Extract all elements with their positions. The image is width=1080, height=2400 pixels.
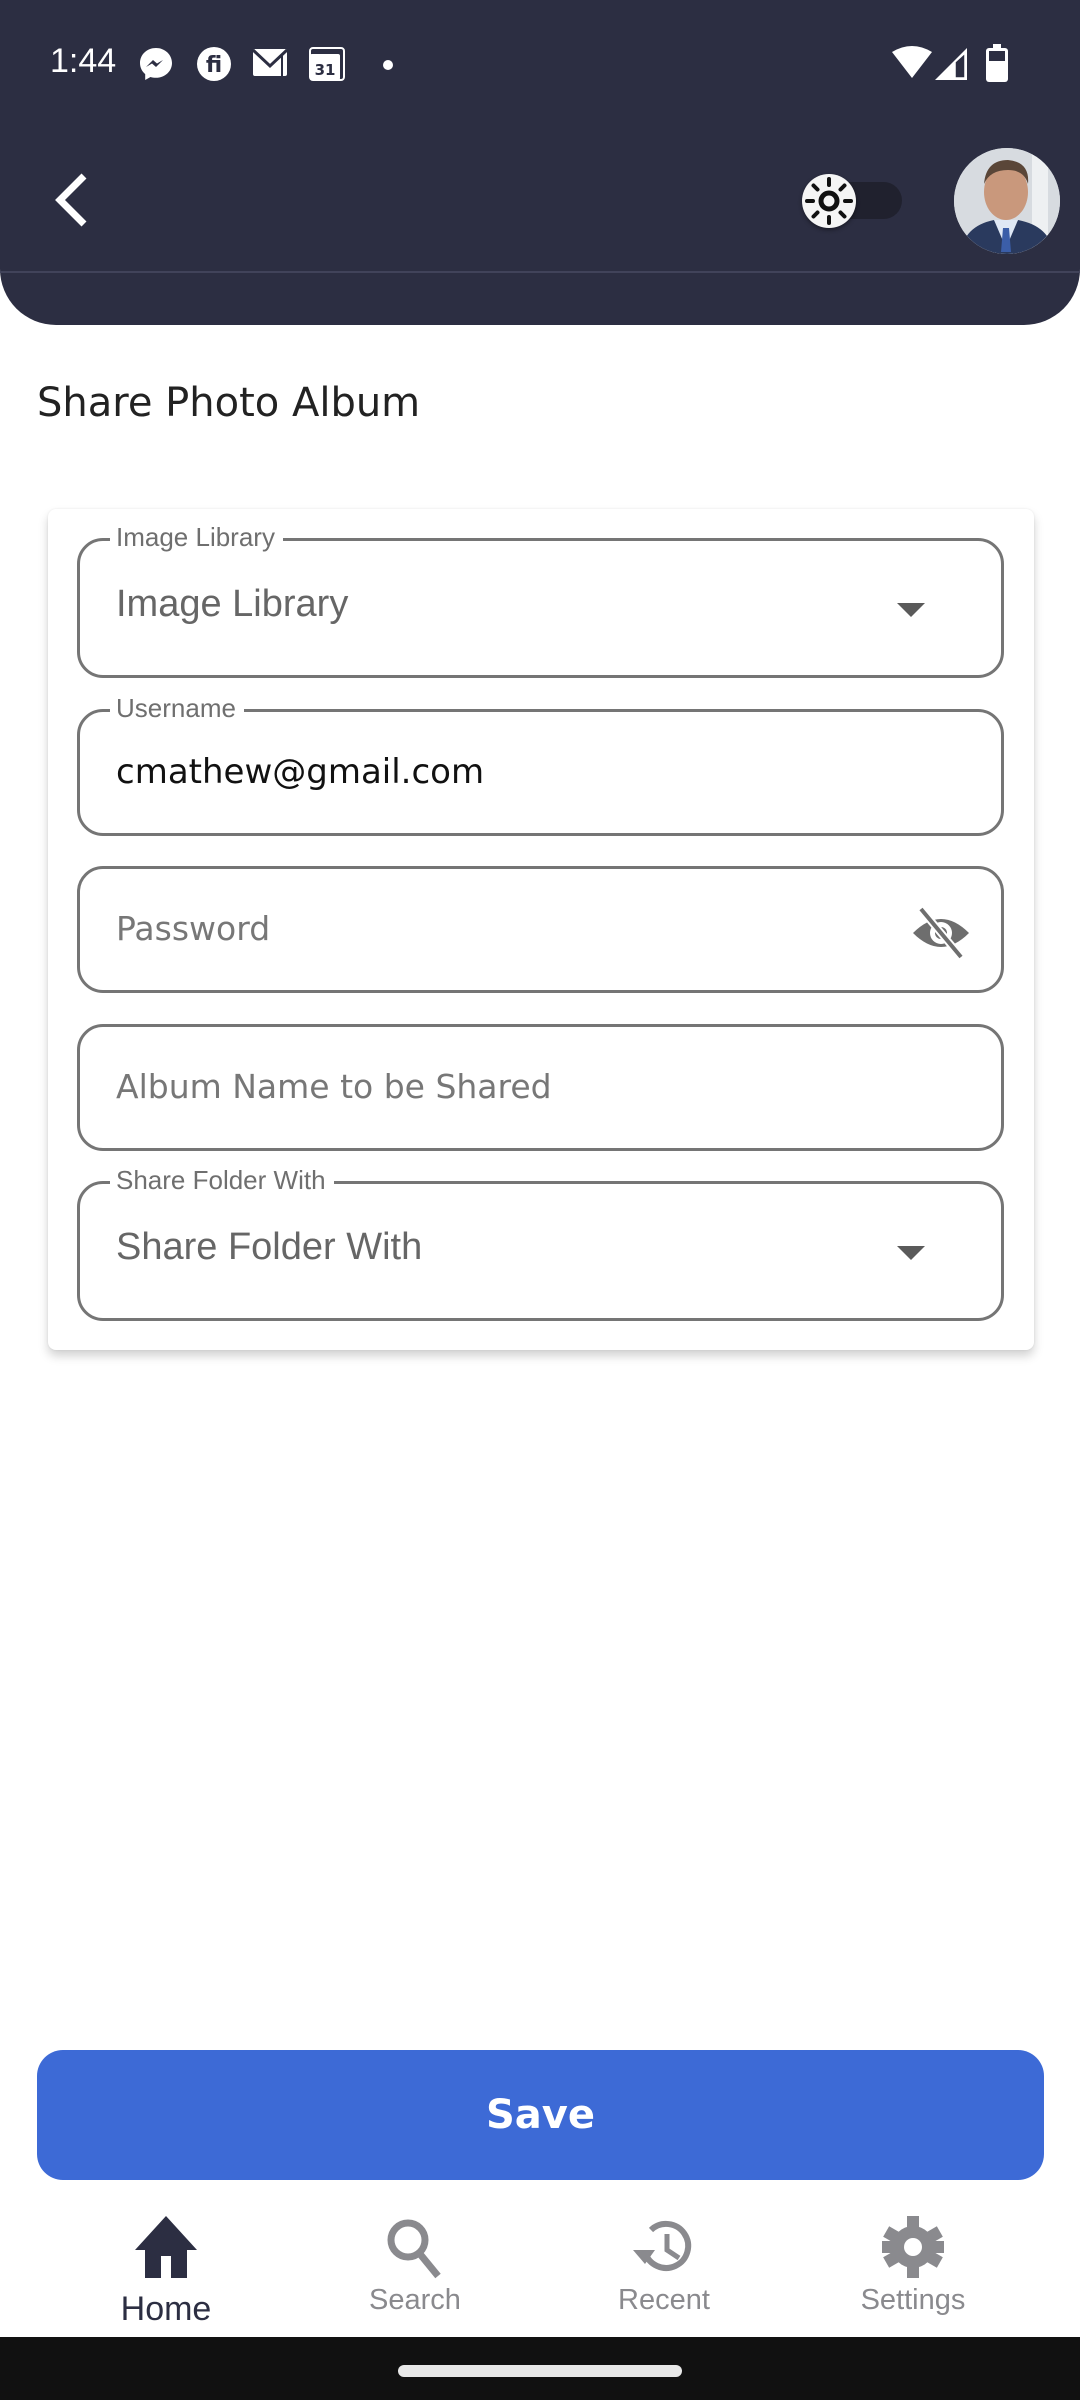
- home-gesture-pill[interactable]: [398, 2365, 682, 2377]
- image-library-label: Image Library: [110, 521, 283, 553]
- status-bar: 1:44 fi 31: [0, 0, 1080, 130]
- home-icon: [135, 2216, 197, 2278]
- profile-photo: [954, 148, 1060, 254]
- share-photo-album-screen: 1:44 fi 31 Share Photo Album Image Libra…: [0, 0, 1080, 2400]
- toggle-knob: [802, 174, 856, 228]
- header-divider: [0, 271, 1080, 273]
- username-field[interactable]: Username cmathew@gmail.com: [77, 692, 1004, 836]
- nav-item-settings[interactable]: Settings: [813, 2190, 1013, 2340]
- album-name-field[interactable]: Album Name to be Shared: [77, 1024, 1004, 1151]
- gmail-icon: [251, 46, 289, 83]
- username-value: cmathew@gmail.com: [116, 752, 485, 792]
- dropdown-arrow-icon: [897, 1246, 925, 1260]
- status-time: 1:44: [50, 42, 117, 80]
- nav-item-home[interactable]: Home: [66, 2190, 266, 2340]
- username-label: Username: [110, 692, 244, 724]
- nav-label-settings: Settings: [860, 2284, 966, 2316]
- page-title: Share Photo Album: [37, 380, 421, 426]
- album-name-placeholder: Album Name to be Shared: [116, 1067, 552, 1106]
- eye-off-icon[interactable]: [911, 903, 971, 963]
- avatar[interactable]: [954, 148, 1060, 254]
- image-library-dropdown[interactable]: Image Library Image Library: [77, 521, 1004, 678]
- share-album-form-card: Image Library Image Library Username cma…: [48, 509, 1034, 1350]
- system-navigation-bar: [0, 2337, 1080, 2400]
- dropdown-arrow-icon: [897, 603, 925, 617]
- password-placeholder: Password: [116, 909, 271, 948]
- save-button[interactable]: Save: [37, 2050, 1044, 2180]
- signal-icon: [935, 48, 969, 85]
- gear-icon: [882, 2216, 944, 2278]
- app-header: 1:44 fi 31: [0, 0, 1080, 325]
- nav-item-search[interactable]: Search: [315, 2190, 515, 2340]
- chevron-left-icon: [55, 173, 87, 227]
- fi-app-icon: fi: [196, 46, 232, 87]
- battery-icon: [986, 44, 1008, 87]
- back-button[interactable]: [40, 160, 104, 240]
- share-folder-with-dropdown[interactable]: Share Folder With Share Folder With: [77, 1164, 1004, 1321]
- wifi-icon: [892, 46, 932, 85]
- nav-label-recent: Recent: [618, 2284, 710, 2316]
- share-folder-with-label: Share Folder With: [110, 1164, 334, 1196]
- nav-item-recent[interactable]: Recent: [564, 2190, 764, 2340]
- image-library-value: Image Library: [116, 583, 349, 625]
- svg-text:31: 31: [315, 61, 336, 79]
- password-field[interactable]: Password: [77, 866, 1004, 993]
- calendar-icon: 31: [308, 46, 348, 87]
- theme-toggle[interactable]: [802, 172, 902, 228]
- notification-dot-icon: [382, 58, 394, 76]
- bottom-navigation: Home Search Recent Settings: [0, 2190, 1080, 2340]
- svg-text:fi: fi: [206, 53, 222, 78]
- search-icon: [387, 2219, 441, 2279]
- nav-label-home: Home: [120, 2290, 212, 2328]
- sun-icon: [805, 177, 853, 225]
- messenger-icon: [138, 46, 174, 87]
- share-folder-with-value: Share Folder With: [116, 1226, 423, 1268]
- nav-label-search: Search: [369, 2284, 461, 2316]
- history-icon: [633, 2221, 692, 2271]
